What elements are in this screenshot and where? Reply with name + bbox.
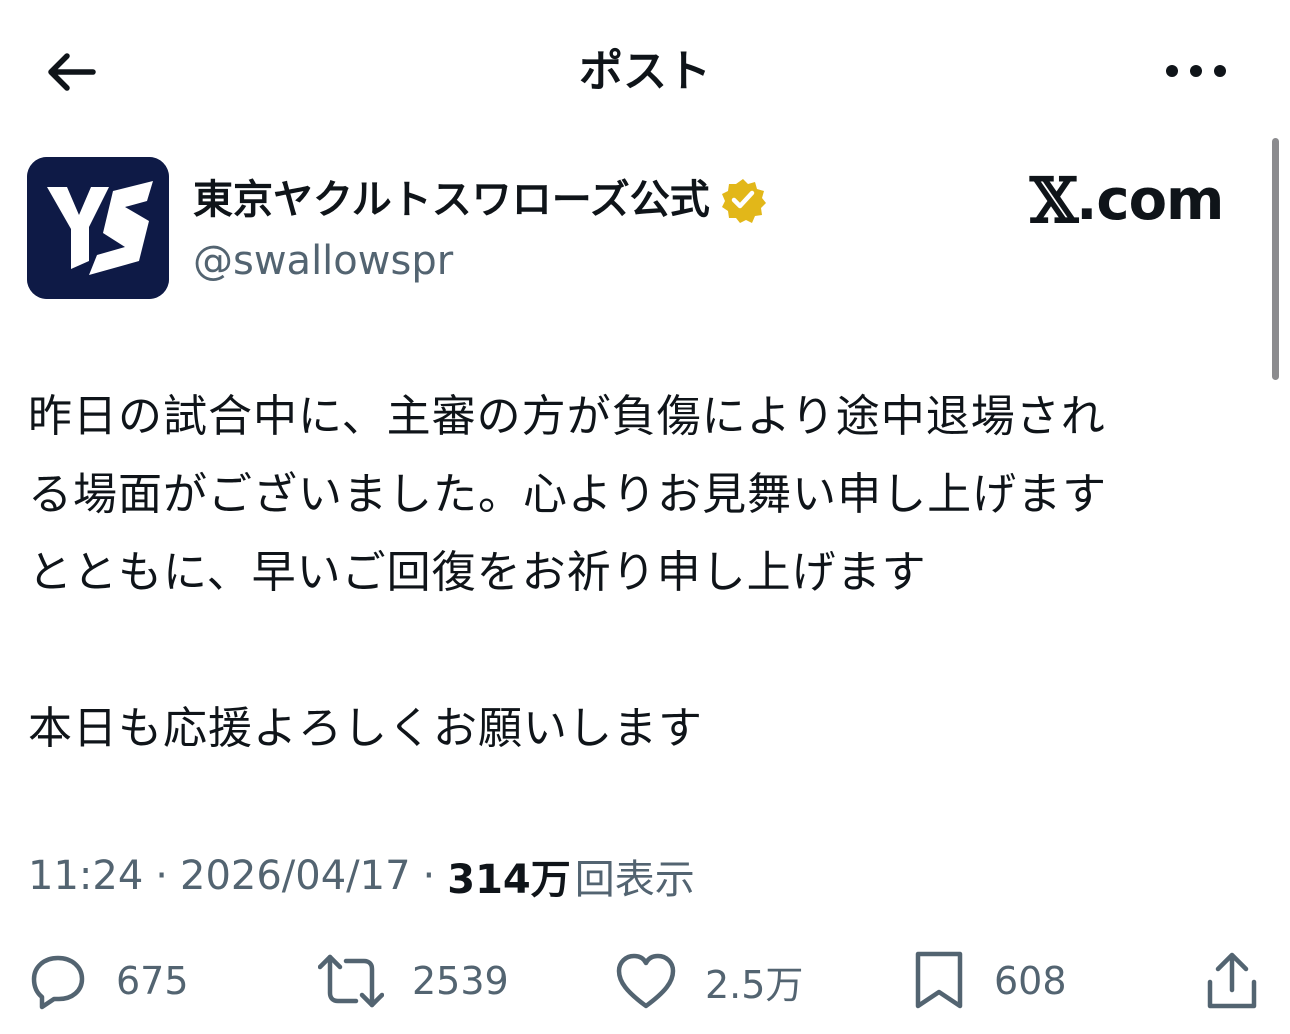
- post-line: る場面がございました。心よりお見舞い申し上げます: [28, 469, 1108, 520]
- more-options-button[interactable]: [1158, 46, 1234, 96]
- gold-verified-badge-icon: [721, 179, 766, 223]
- post-line: とともに、早いご回復をお祈り申し上げます: [28, 547, 927, 598]
- post-text: 昨日の試合中に、主審の方が負傷により途中退場され る場面がございました。心よりお…: [28, 378, 1248, 768]
- reply-count: 675: [116, 959, 189, 1003]
- top-nav-bar: ポスト: [0, 0, 1290, 140]
- bookmark-icon: [915, 951, 963, 1009]
- action-bar: 675 2539 2.5万 608: [0, 946, 1290, 1016]
- reply-icon: [31, 955, 85, 1010]
- post-time: 11:24: [28, 853, 144, 899]
- post-line: 昨日の試合中に、主審の方が負傷により途中退場され: [28, 391, 1106, 442]
- bookmark-button[interactable]: 608: [912, 946, 1067, 1016]
- swallows-logo-icon: [27, 157, 169, 299]
- views-label: 回表示: [574, 857, 695, 903]
- like-count: 2.5万: [705, 962, 804, 1007]
- meta-separator: ·: [422, 853, 436, 899]
- views-count[interactable]: 314万: [447, 847, 571, 905]
- page-title: ポスト: [579, 46, 711, 97]
- scrollbar[interactable]: [1272, 138, 1279, 380]
- post-meta: 11:24 · 2026/04/17 · 314万 回表示: [28, 848, 695, 904]
- like-button[interactable]: 2.5万: [615, 946, 803, 1016]
- watermark-domain: .com: [1076, 168, 1224, 233]
- x-logo-icon: 𝕏: [1030, 164, 1078, 237]
- repost-button[interactable]: 2539: [318, 946, 509, 1016]
- reply-button[interactable]: 675: [28, 946, 189, 1016]
- post-blank-line: [28, 612, 1248, 690]
- bookmark-count: 608: [994, 959, 1067, 1003]
- share-icon: [1207, 952, 1257, 1009]
- repost-count: 2539: [412, 959, 509, 1003]
- post-date: 2026/04/17: [180, 853, 411, 899]
- author-name-row[interactable]: 東京ヤクルトスワローズ公式: [193, 172, 766, 228]
- meta-separator: ·: [155, 853, 168, 899]
- author-name: 東京ヤクルトスワローズ公式: [193, 177, 710, 223]
- repost-icon: [318, 954, 384, 1008]
- avatar[interactable]: [27, 157, 169, 299]
- x-com-watermark: 𝕏 .com: [1030, 164, 1224, 237]
- author-handle[interactable]: @swallowspr: [193, 234, 453, 288]
- post-line: 本日も応援よろしくお願いします: [28, 703, 703, 754]
- more-horizontal-icon: [1166, 65, 1226, 77]
- heart-icon: [616, 953, 676, 1009]
- share-button[interactable]: [1204, 946, 1260, 1016]
